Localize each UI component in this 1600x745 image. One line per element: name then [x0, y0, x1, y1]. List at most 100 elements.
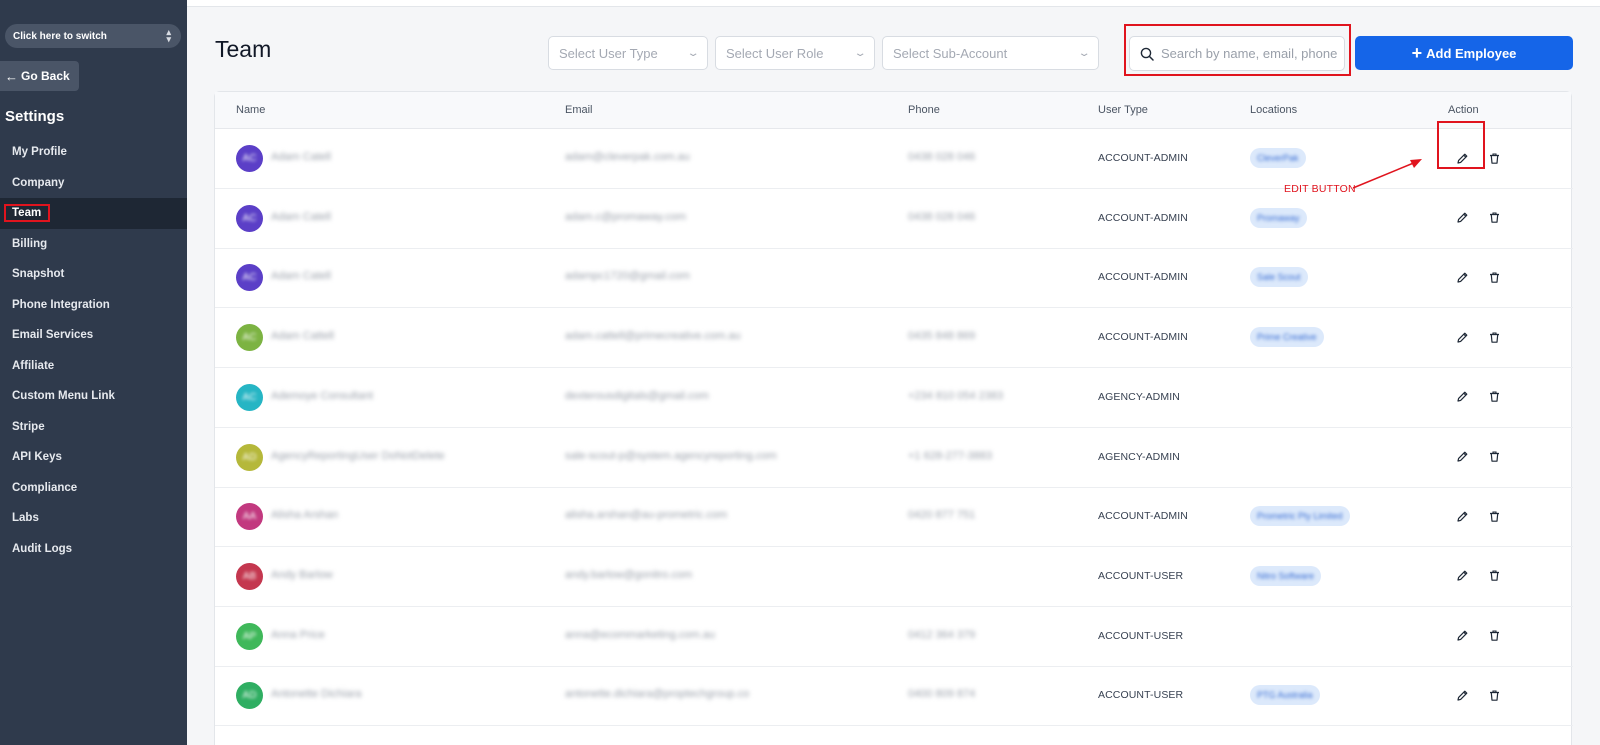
delete-button[interactable]: [1486, 210, 1502, 226]
employee-email: antonette.dichiara@proptechgroup.co: [565, 688, 750, 701]
edit-button[interactable]: [1454, 389, 1470, 405]
column-header-action[interactable]: Action: [1448, 104, 1479, 116]
delete-button[interactable]: [1486, 269, 1502, 285]
delete-button[interactable]: [1486, 150, 1502, 166]
edit-button[interactable]: [1454, 210, 1470, 226]
delete-button[interactable]: [1486, 389, 1502, 405]
employee-phone: 0438 028 046: [908, 151, 976, 163]
column-header-name[interactable]: Name: [236, 104, 265, 116]
go-back-label: Go Back: [21, 69, 70, 83]
delete-button[interactable]: [1486, 628, 1502, 644]
pencil-icon: [1456, 390, 1469, 403]
trash-icon: [1488, 390, 1501, 403]
location-label: Sale Scout: [1257, 272, 1301, 283]
column-header-locations[interactable]: Locations: [1250, 104, 1297, 116]
sidebar-item-label: Billing: [12, 237, 48, 250]
search-placeholder: Search by name, email, phone: [1161, 46, 1338, 61]
delete-button[interactable]: [1486, 687, 1502, 703]
sidebar-item-custom-menu-link[interactable]: Custom Menu Link: [0, 381, 187, 412]
sidebar-item-labs[interactable]: Labs: [0, 503, 187, 534]
sidebar-item-my-profile[interactable]: My Profile: [0, 137, 187, 168]
table-row[interactable]: AA Alisha Arshan alisha.arshan@au-prometri…: [215, 487, 1573, 548]
user-type: ACCOUNT-USER: [1098, 569, 1184, 582]
pencil-icon: [1456, 152, 1469, 165]
edit-button[interactable]: [1454, 508, 1470, 524]
employee-email: alisha.arshan@au-prometric.com: [565, 509, 728, 522]
location-label: Promaway: [1257, 212, 1300, 223]
sidebar-item-billing[interactable]: Billing: [0, 229, 187, 260]
sidebar-item-company[interactable]: Company: [0, 168, 187, 199]
column-header-email[interactable]: Email: [565, 104, 593, 116]
trash-icon: [1488, 211, 1501, 224]
column-header-phone[interactable]: Phone: [908, 104, 940, 116]
table-row[interactable]: AC Ademoye Consultant dexterousdigitals@gm…: [215, 368, 1573, 428]
edit-button[interactable]: [1454, 687, 1470, 703]
edit-button[interactable]: [1454, 449, 1470, 465]
employee-phone: +234 810 054 2383: [908, 389, 1004, 402]
location-badge: Prometric Pty Limited: [1250, 506, 1350, 527]
pencil-icon: [1456, 510, 1469, 523]
chevron-down-icon: ⌄: [686, 47, 700, 59]
employee-email: sale-scout-p@system.agencyreporting.com: [565, 449, 777, 462]
user-type: ACCOUNT-ADMIN: [1098, 510, 1188, 523]
delete-button[interactable]: [1486, 449, 1502, 465]
sidebar-item-api-keys[interactable]: API Keys: [0, 442, 187, 473]
user-type: ACCOUNT-ADMIN: [1098, 211, 1188, 224]
pencil-icon: [1456, 331, 1469, 344]
location-badge: Sale Scout: [1250, 267, 1308, 288]
account-switcher-label: Click here to switch: [13, 30, 107, 42]
sidebar-item-audit-logs[interactable]: Audit Logs: [0, 534, 187, 565]
edit-button[interactable]: [1454, 568, 1470, 584]
settings-nav: My Profile Company Team Billing Snapshot Phon…: [0, 137, 187, 564]
sidebar-item-stripe[interactable]: Stripe: [0, 412, 187, 443]
employee-email: adam.cattell@primecreative.com.au: [565, 330, 741, 343]
search-icon: [1140, 47, 1154, 61]
user-type-select[interactable]: Select User Type ⌄: [548, 36, 708, 70]
table-row[interactable]: AP Anna Price anna@ecommarketing.com.au 041…: [215, 607, 1573, 667]
table-row[interactable]: AC Adam Cattell adam.cattell@primecreative…: [215, 308, 1573, 369]
sidebar-item-email-services[interactable]: Email Services: [0, 320, 187, 351]
sidebar-item-team[interactable]: Team: [0, 198, 187, 229]
edit-button[interactable]: [1454, 150, 1470, 166]
user-role-select[interactable]: Select User Role ⌄: [715, 36, 875, 70]
avatar-initials: AP: [242, 630, 257, 642]
avatar: AC: [236, 324, 263, 352]
edit-button[interactable]: [1454, 329, 1470, 345]
sidebar-item-phone-integration[interactable]: Phone Integration: [0, 290, 187, 321]
sidebar-item-snapshot[interactable]: Snapshot: [0, 259, 187, 290]
pencil-icon: [1456, 689, 1469, 702]
column-header-user-type[interactable]: User Type: [1098, 104, 1148, 116]
edit-button[interactable]: [1454, 628, 1470, 644]
avatar-initials: AB: [242, 570, 257, 582]
avatar: AP: [236, 622, 263, 650]
table-row[interactable]: AD AgencyReportingUser DoNotDelete sale-sc…: [215, 428, 1573, 488]
table-row[interactable]: AC Adam Catell adampc1720@gmail.com ACCOUNT…: [215, 248, 1573, 309]
location-badge: CleverPak: [1250, 148, 1306, 168]
sub-account-select[interactable]: Select Sub-Account ⌄: [882, 36, 1099, 70]
user-role-placeholder: Select User Role: [726, 45, 824, 61]
employee-name: Andy Barlow: [271, 568, 333, 581]
sidebar-item-compliance[interactable]: Compliance: [0, 473, 187, 504]
delete-button[interactable]: [1486, 508, 1502, 524]
user-type: ACCOUNT-ADMIN: [1098, 152, 1188, 164]
employee-email: dexterousdigitals@gmail.com: [565, 389, 709, 402]
search-input[interactable]: Search by name, email, phone: [1129, 36, 1345, 71]
employee-name: Adam Catell: [271, 210, 331, 223]
edit-button[interactable]: [1454, 269, 1470, 285]
account-switcher[interactable]: Click here to switch ▴ ▾: [5, 24, 181, 48]
delete-button[interactable]: [1486, 329, 1502, 345]
employee-name: Anna Price: [271, 628, 325, 641]
add-employee-button[interactable]: + Add Employee: [1355, 36, 1573, 70]
table-row[interactable]: AB Andy Barlow andy.barlow@gonitro.com ACCO…: [215, 547, 1573, 607]
sub-account-placeholder: Select Sub-Account: [893, 45, 1008, 61]
user-type: ACCOUNT-USER: [1098, 629, 1184, 642]
delete-button[interactable]: [1486, 568, 1502, 584]
avatar-initials: AC: [242, 332, 257, 344]
plus-icon: +: [1411, 43, 1423, 63]
table-row[interactable]: AD Antonette Dichiara antonette.dichiara@p…: [215, 666, 1573, 727]
go-back-button[interactable]: ← Go Back: [0, 61, 79, 91]
avatar-initials: AC: [242, 272, 257, 284]
user-type: AGENCY-ADMIN: [1098, 450, 1180, 463]
table-row[interactable]: AC Adam Catell adam.c@promaway.com 0438 028…: [215, 189, 1573, 249]
sidebar-item-affiliate[interactable]: Affiliate: [0, 351, 187, 382]
